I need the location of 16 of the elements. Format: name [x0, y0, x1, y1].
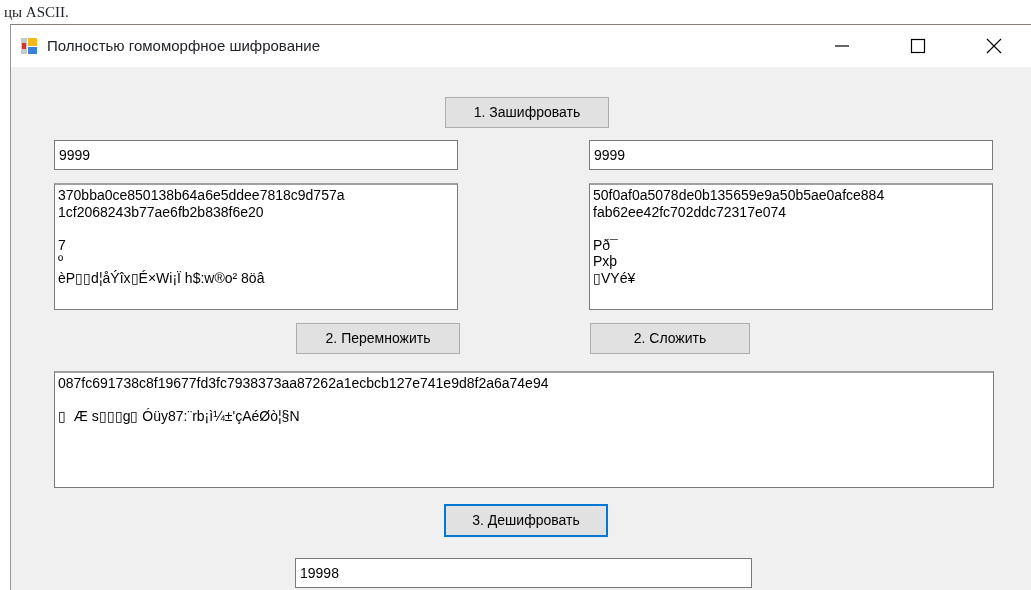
encrypt-button[interactable]: 1. Зашифровать	[445, 97, 609, 128]
cipher-text-area[interactable]: 370bba0ce850138b64a6e5ddee7818c9d757a 1cf2068243b77ae6fb2b838f6e20 7 º èP▯▯d¦åÝîx▯É×Wi¡Ï h$:w®o² 8öâ	[54, 183, 458, 310]
number-input[interactable]: 9999	[54, 140, 458, 170]
app-icon	[21, 38, 37, 54]
window-title: Полностью гомоморфное шифрование	[47, 35, 320, 56]
caption-text: цы ASCII.	[4, 6, 69, 19]
add-button[interactable]: 2. Сложить	[590, 323, 750, 354]
decrypt-button[interactable]: 3. Дешифровать	[444, 504, 608, 537]
cipher-text-area[interactable]: 50f0af0a5078de0b135659e9a50b5ae0afce884 fab62ee42fc702ddc72317e074 Pð¯ Pxþ ▯VYé¥	[589, 183, 993, 310]
multiply-button[interactable]: 2. Перемножить	[296, 323, 460, 354]
minimize-icon	[835, 45, 849, 47]
result-input[interactable]: 19998	[295, 558, 752, 588]
number-input[interactable]: 9999	[589, 140, 993, 170]
close-icon	[986, 38, 1002, 54]
result-text-area[interactable]: 087fc691738c8f19677fd3fc7938373aa87262a1ecbcb127e741e9d8f2a6a74e94 ▯ Æ s▯▯▯g▯ Óüy87:¨rb¡ì¼±'çAéØò¦§N	[54, 371, 994, 488]
maximize-icon	[910, 38, 926, 54]
